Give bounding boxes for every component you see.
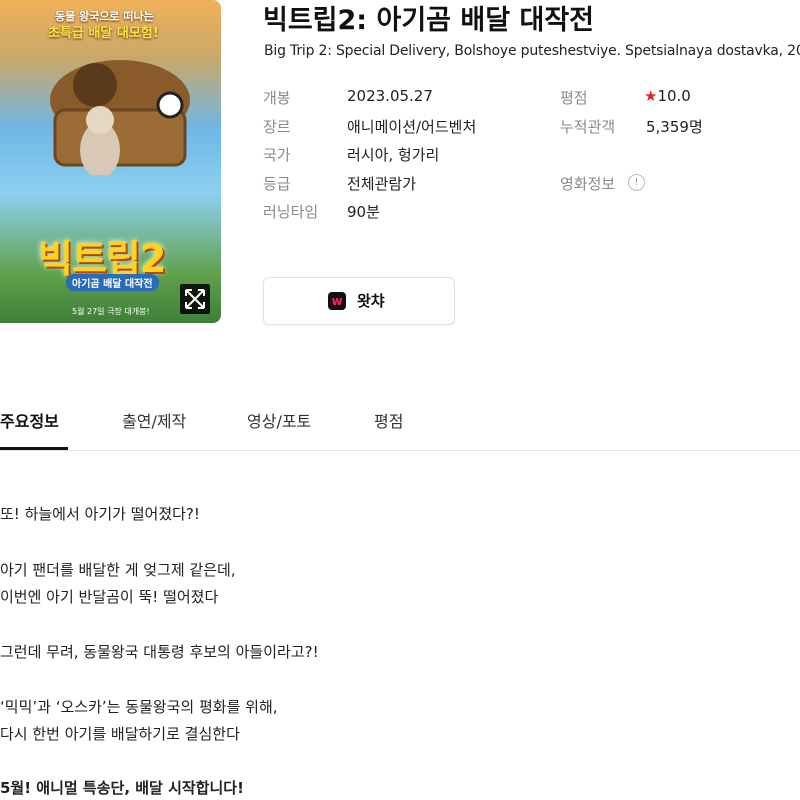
- watcha-logo-icon: w: [328, 292, 346, 310]
- score-value: 10.0: [657, 87, 691, 105]
- audience-label: 누적관객: [560, 118, 616, 136]
- synopsis-line: 또! 하늘에서 아기가 떨어졌다?!: [0, 505, 200, 523]
- movie-poster[interactable]: 동물 왕국으로 떠나는 초특급 배달 대모험! 빅트립2 아기곰 배달 대작전 …: [0, 0, 221, 323]
- tab-cast-crew[interactable]: 출연/제작: [122, 408, 186, 432]
- audience-value: 5,359명: [646, 118, 703, 136]
- score-label: 평점: [560, 89, 588, 107]
- age-rating-value: 전체관람가: [347, 175, 417, 193]
- release-value: 2023.05.27: [347, 87, 433, 105]
- tab-videos-photos[interactable]: 영상/포토: [247, 408, 311, 432]
- release-label: 개봉: [263, 89, 291, 107]
- info-icon[interactable]: !: [628, 174, 645, 191]
- watcha-button[interactable]: w 왓챠: [263, 277, 455, 325]
- tab-main-info[interactable]: 주요정보: [0, 408, 59, 432]
- tab-ratings[interactable]: 평점: [374, 408, 403, 432]
- country-label: 국가: [263, 146, 291, 164]
- poster-balloon-illustration: [50, 60, 190, 175]
- poster-release-note: 5월 27일 극장 대개봉!: [72, 307, 150, 316]
- synopsis-line: 다시 한번 아기를 배달하기로 결심한다: [0, 725, 240, 743]
- synopsis-line: 이번엔 아기 반달곰이 뚝! 떨어졌다: [0, 588, 219, 606]
- watcha-label: 왓챠: [357, 292, 385, 310]
- poster-logo-subtitle: 아기곰 배달 대작전: [66, 274, 159, 291]
- synopsis-line: ‘믹믹’과 ‘오스카’는 동물왕국의 평화를 위해,: [0, 698, 278, 716]
- runtime-label: 러닝타임: [263, 203, 319, 221]
- movie-title: 빅트립2: 아기곰 배달 대작전: [263, 5, 595, 36]
- tab-bar: 주요정보 출연/제작 영상/포토 평점: [0, 396, 800, 451]
- runtime-value: 90분: [347, 203, 380, 221]
- active-tab-indicator: [0, 447, 68, 450]
- age-rating-label: 등급: [263, 175, 291, 193]
- genre-label: 장르: [263, 118, 291, 136]
- synopsis-line: 아기 팬더를 배달한 게 엊그제 같은데,: [0, 561, 236, 579]
- movie-info-label: 영화정보: [560, 175, 616, 193]
- score-value-group: ★10.0: [644, 87, 691, 105]
- expand-icon[interactable]: [180, 284, 210, 314]
- country-value: 러시아, 헝가리: [347, 146, 440, 164]
- movie-original-title: Big Trip 2: Special Delivery, Bolshoye p…: [264, 43, 800, 59]
- synopsis-line: 그런데 무려, 동물왕국 대통령 후보의 아들이라고?!: [0, 643, 319, 661]
- genre-value: 애니메이션/어드벤처: [347, 118, 477, 136]
- synopsis-line: 5월! 애니멀 특송단, 배달 시작합니다!: [0, 779, 244, 797]
- star-icon: ★: [644, 87, 658, 105]
- poster-tagline-bottom: 초특급 배달 대모험!: [48, 26, 159, 41]
